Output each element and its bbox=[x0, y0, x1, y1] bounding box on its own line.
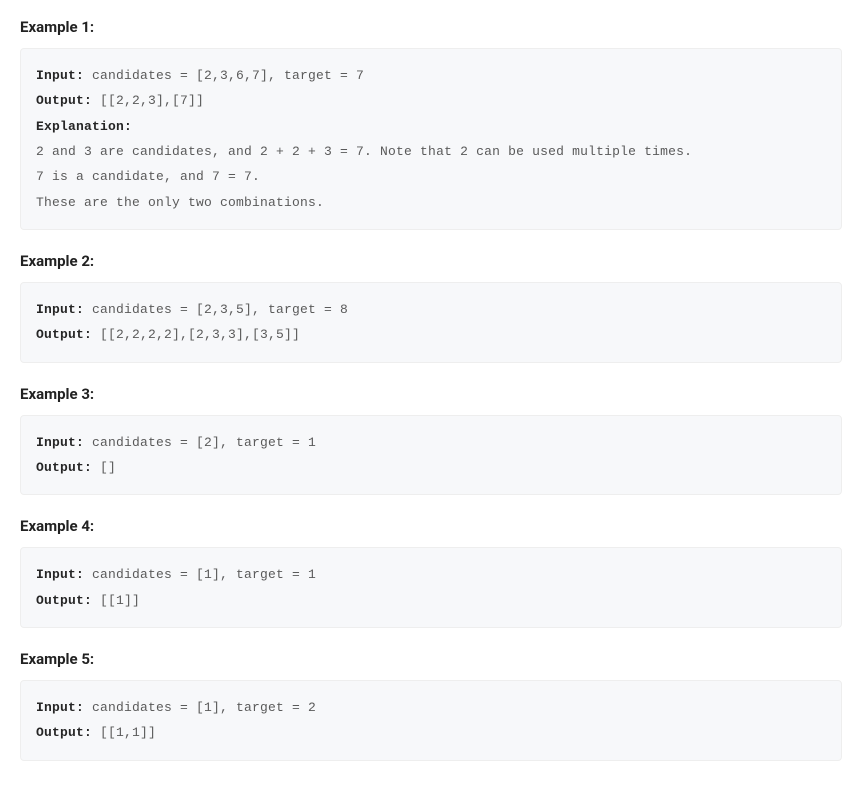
example-heading: Example 2: bbox=[20, 252, 842, 270]
code-text: candidates = [1], target = 1 bbox=[84, 567, 316, 582]
example-4-section: Example 4: Input: candidates = [1], targ… bbox=[20, 517, 842, 628]
code-line: Input: candidates = [2,3,6,7], target = … bbox=[36, 63, 826, 88]
code-text: candidates = [2], target = 1 bbox=[84, 435, 316, 450]
code-label: Explanation: bbox=[36, 119, 132, 134]
code-line: Input: candidates = [2,3,5], target = 8 bbox=[36, 297, 826, 322]
code-text: [[2,2,2,2],[2,3,3],[3,5]] bbox=[92, 327, 300, 342]
example-code-block: Input: candidates = [2,3,5], target = 8O… bbox=[20, 282, 842, 363]
code-line: 2 and 3 are candidates, and 2 + 2 + 3 = … bbox=[36, 139, 826, 164]
example-code-block: Input: candidates = [1], target = 2Outpu… bbox=[20, 680, 842, 761]
code-label: Input: bbox=[36, 700, 84, 715]
code-text: 2 and 3 are candidates, and 2 + 2 + 3 = … bbox=[36, 144, 692, 159]
example-heading: Example 1: bbox=[20, 18, 842, 36]
example-code-block: Input: candidates = [2,3,6,7], target = … bbox=[20, 48, 842, 230]
code-line: Output: [[1,1]] bbox=[36, 720, 826, 745]
code-label: Input: bbox=[36, 435, 84, 450]
example-heading: Example 3: bbox=[20, 385, 842, 403]
example-1-section: Example 1: Input: candidates = [2,3,6,7]… bbox=[20, 18, 842, 230]
code-text: [[2,2,3],[7]] bbox=[92, 93, 204, 108]
code-text: candidates = [2,3,5], target = 8 bbox=[84, 302, 348, 317]
code-label: Output: bbox=[36, 93, 92, 108]
code-line: Output: [] bbox=[36, 455, 826, 480]
example-code-block: Input: candidates = [1], target = 1Outpu… bbox=[20, 547, 842, 628]
code-label: Input: bbox=[36, 567, 84, 582]
code-label: Input: bbox=[36, 302, 84, 317]
example-heading: Example 5: bbox=[20, 650, 842, 668]
code-line: Explanation: bbox=[36, 114, 826, 139]
code-text: candidates = [1], target = 2 bbox=[84, 700, 316, 715]
code-text: 7 is a candidate, and 7 = 7. bbox=[36, 169, 260, 184]
code-line: Output: [[1]] bbox=[36, 588, 826, 613]
code-line: Input: candidates = [1], target = 2 bbox=[36, 695, 826, 720]
code-line: Output: [[2,2,3],[7]] bbox=[36, 88, 826, 113]
code-line: Input: candidates = [1], target = 1 bbox=[36, 562, 826, 587]
example-heading: Example 4: bbox=[20, 517, 842, 535]
code-text: [[1]] bbox=[92, 593, 140, 608]
code-line: Output: [[2,2,2,2],[2,3,3],[3,5]] bbox=[36, 322, 826, 347]
example-2-section: Example 2: Input: candidates = [2,3,5], … bbox=[20, 252, 842, 363]
code-label: Output: bbox=[36, 593, 92, 608]
code-text: [] bbox=[92, 460, 116, 475]
code-line: Input: candidates = [2], target = 1 bbox=[36, 430, 826, 455]
code-text: These are the only two combinations. bbox=[36, 195, 324, 210]
code-label: Input: bbox=[36, 68, 84, 83]
example-3-section: Example 3: Input: candidates = [2], targ… bbox=[20, 385, 842, 496]
example-5-section: Example 5: Input: candidates = [1], targ… bbox=[20, 650, 842, 761]
code-line: These are the only two combinations. bbox=[36, 190, 826, 215]
code-line: 7 is a candidate, and 7 = 7. bbox=[36, 164, 826, 189]
code-label: Output: bbox=[36, 327, 92, 342]
code-label: Output: bbox=[36, 725, 92, 740]
example-code-block: Input: candidates = [2], target = 1Outpu… bbox=[20, 415, 842, 496]
code-text: candidates = [2,3,6,7], target = 7 bbox=[84, 68, 364, 83]
code-label: Output: bbox=[36, 460, 92, 475]
code-text: [[1,1]] bbox=[92, 725, 156, 740]
